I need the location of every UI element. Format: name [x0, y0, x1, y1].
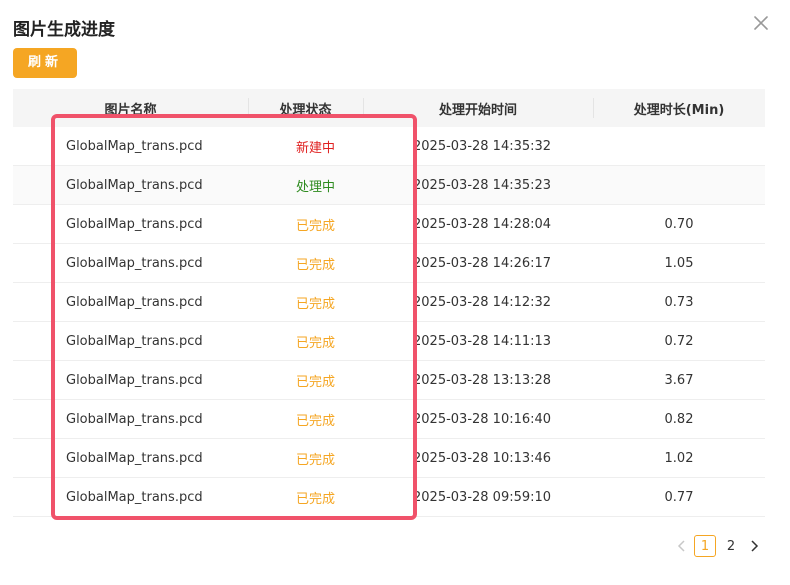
cell-status: 已完成: [295, 491, 335, 507]
close-icon[interactable]: [751, 13, 771, 33]
cell-image-name: GlobalMap_trans.pcd: [66, 216, 203, 232]
table-row: GlobalMap_trans.pcd 已完成 2025-03-28 14:11:1…: [13, 322, 765, 361]
cell-start-time: 2025-03-28 14:35:23: [413, 177, 552, 193]
table-row: GlobalMap_trans.pcd 已完成 2025-03-28 10:13:4…: [13, 439, 765, 478]
chevron-left-icon[interactable]: [672, 535, 692, 557]
table-row: GlobalMap_trans.pcd 处理中 2025-03-28 14:35:2…: [13, 166, 765, 205]
cell-duration: 0.70: [664, 216, 694, 232]
table-row: GlobalMap_trans.pcd 已完成 2025-03-28 10:16:4…: [13, 400, 765, 439]
cell-duration: [593, 166, 765, 204]
page-2[interactable]: 2: [720, 535, 742, 557]
table-row: GlobalMap_trans.pcd 已完成 2025-03-28 14:26:1…: [13, 244, 765, 283]
cell-start-time: 2025-03-28 14:11:13: [413, 333, 552, 349]
header-image-name: 图片名称: [104, 102, 157, 118]
dialog-title: 图片生成进度: [13, 20, 115, 40]
table-row: GlobalMap_trans.pcd 已完成 2025-03-28 14:12:3…: [13, 283, 765, 322]
cell-duration: 0.82: [664, 411, 694, 427]
table-row: GlobalMap_trans.pcd 已完成 2025-03-28 13:13:2…: [13, 361, 765, 400]
cell-image-name: GlobalMap_trans.pcd: [66, 489, 203, 505]
table-row: GlobalMap_trans.pcd 已完成 2025-03-28 14:28:0…: [13, 205, 765, 244]
table-header: 图片名称 处理状态 处理开始时间 处理时长(Min): [13, 89, 765, 127]
cell-image-name: GlobalMap_trans.pcd: [66, 177, 203, 193]
table-row: GlobalMap_trans.pcd 新建中 2025-03-28 14:35:3…: [13, 127, 765, 166]
cell-duration: 0.73: [664, 294, 694, 310]
cell-image-name: GlobalMap_trans.pcd: [66, 138, 203, 154]
cell-duration: 0.72: [664, 333, 694, 349]
cell-start-time: 2025-03-28 14:26:17: [413, 255, 552, 271]
cell-start-time: 2025-03-28 14:28:04: [413, 216, 552, 232]
cell-start-time: 2025-03-28 14:35:32: [413, 138, 552, 154]
cell-duration: 1.05: [664, 255, 694, 271]
cell-image-name: GlobalMap_trans.pcd: [66, 372, 203, 388]
table-body: GlobalMap_trans.pcd 新建中 2025-03-28 14:35:3…: [13, 127, 765, 517]
cell-duration: [593, 127, 765, 165]
cell-status: 已完成: [295, 374, 335, 390]
cell-status: 已完成: [295, 413, 335, 429]
cell-image-name: GlobalMap_trans.pcd: [66, 450, 203, 466]
chevron-right-icon[interactable]: [744, 535, 764, 557]
cell-duration: 3.67: [664, 372, 694, 388]
cell-status: 已完成: [295, 452, 335, 468]
progress-dialog: 图片生成进度 刷新 图片名称 处理状态 处理开始时间 处理时长(Min) Glo…: [0, 0, 790, 585]
cell-duration: 0.77: [664, 489, 694, 505]
cell-start-time: 2025-03-28 14:12:32: [413, 294, 552, 310]
cell-image-name: GlobalMap_trans.pcd: [66, 333, 203, 349]
table-row: GlobalMap_trans.pcd 已完成 2025-03-28 09:59:1…: [13, 478, 765, 517]
cell-status: 处理中: [295, 179, 335, 195]
cell-status: 已完成: [295, 257, 335, 273]
cell-status: 已完成: [295, 335, 335, 351]
header-start-time: 处理开始时间: [363, 89, 593, 127]
cell-duration: 1.02: [664, 450, 694, 466]
page-1[interactable]: 1: [694, 535, 716, 557]
cell-start-time: 2025-03-28 09:59:10: [413, 489, 552, 505]
refresh-button[interactable]: 刷新: [13, 48, 77, 78]
cell-image-name: GlobalMap_trans.pcd: [66, 294, 203, 310]
cell-image-name: GlobalMap_trans.pcd: [66, 255, 203, 271]
cell-start-time: 2025-03-28 10:16:40: [413, 411, 552, 427]
progress-table: 图片名称 处理状态 处理开始时间 处理时长(Min) GlobalMap_tra…: [13, 89, 765, 517]
cell-status: 已完成: [295, 218, 335, 234]
header-status: 处理状态: [248, 89, 363, 127]
cell-status: 已完成: [295, 296, 335, 312]
cell-start-time: 2025-03-28 10:13:46: [413, 450, 552, 466]
cell-start-time: 2025-03-28 13:13:28: [413, 372, 552, 388]
pagination: 1 2: [672, 535, 764, 557]
cell-image-name: GlobalMap_trans.pcd: [66, 411, 203, 427]
cell-status: 新建中: [295, 140, 335, 156]
header-duration: 处理时长(Min): [593, 89, 765, 127]
